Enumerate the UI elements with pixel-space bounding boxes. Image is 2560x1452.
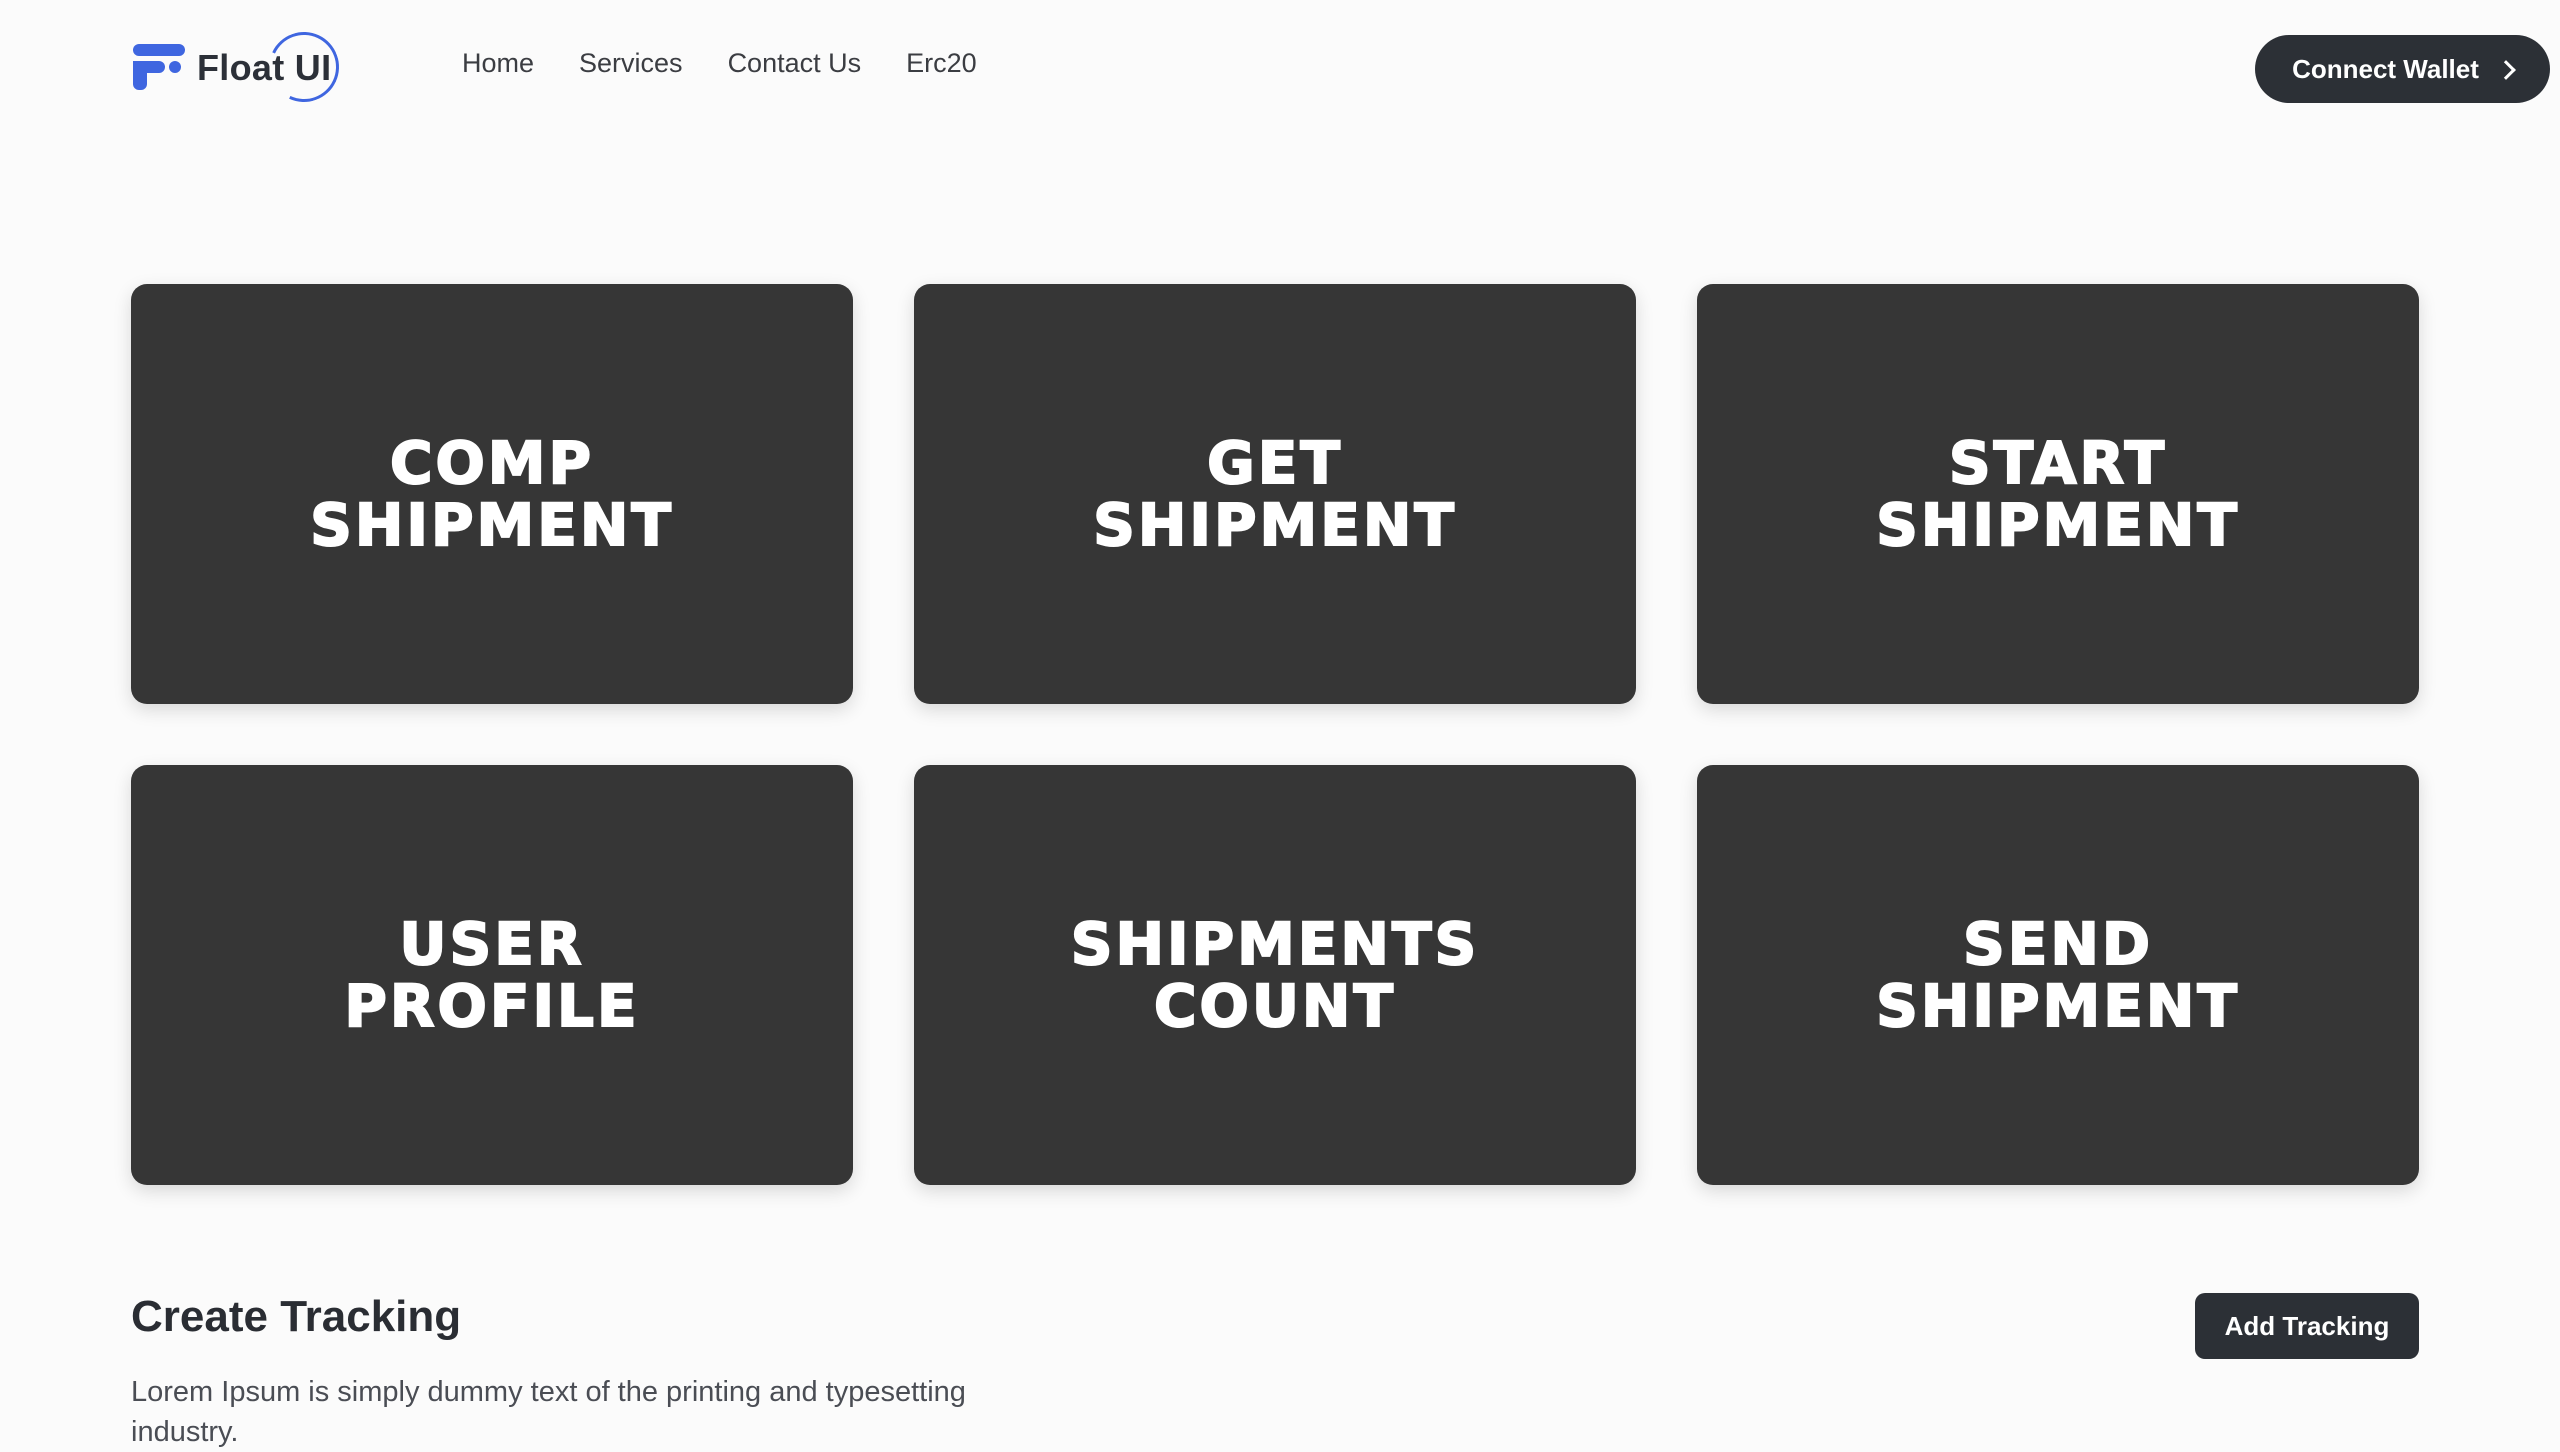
nav-link-contact-us[interactable]: Contact Us <box>728 48 862 79</box>
top-navbar: Float UI Home Services Contact Us Erc20 … <box>131 0 2550 138</box>
card-get-shipment[interactable]: GET SHIPMENT <box>914 284 1636 704</box>
nav-link-home[interactable]: Home <box>462 48 534 79</box>
card-start-shipment[interactable]: START SHIPMENT <box>1697 284 2419 704</box>
card-title: SHIPMENTS COUNT <box>1070 910 1480 1040</box>
main-nav: Home Services Contact Us Erc20 <box>462 48 977 79</box>
card-shipments-count[interactable]: SHIPMENTS COUNT <box>914 765 1636 1185</box>
card-title: USER PROFILE <box>343 910 640 1040</box>
connect-wallet-label: Connect Wallet <box>2292 53 2479 84</box>
card-send-shipment[interactable]: SEND SHIPMENT <box>1697 765 2419 1185</box>
chevron-right-icon <box>2496 59 2516 80</box>
card-user-profile[interactable]: USER PROFILE <box>131 765 853 1185</box>
card-comp-shipment[interactable]: COMP SHIPMENT <box>131 284 853 704</box>
card-title: COMP SHIPMENT <box>309 429 674 559</box>
create-tracking-heading: Create Tracking <box>131 1292 462 1341</box>
connect-wallet-button[interactable]: Connect Wallet <box>2255 35 2550 103</box>
create-tracking-description: Lorem Ipsum is simply dummy text of the … <box>131 1376 966 1448</box>
card-title: GET SHIPMENT <box>1092 429 1457 559</box>
card-title: SEND SHIPMENT <box>1875 910 2240 1040</box>
float-ui-logo-icon <box>131 44 185 92</box>
nav-link-erc20[interactable]: Erc20 <box>906 48 977 79</box>
nav-link-services[interactable]: Services <box>579 48 683 79</box>
card-title: START SHIPMENT <box>1875 429 2240 559</box>
logo-ring-decoration <box>259 22 349 112</box>
add-tracking-button[interactable]: Add Tracking <box>2195 1293 2419 1359</box>
shipment-action-cards: COMP SHIPMENT GET SHIPMENT START SHIPMEN… <box>131 284 2419 1185</box>
brand-logo[interactable]: Float UI <box>131 22 349 112</box>
